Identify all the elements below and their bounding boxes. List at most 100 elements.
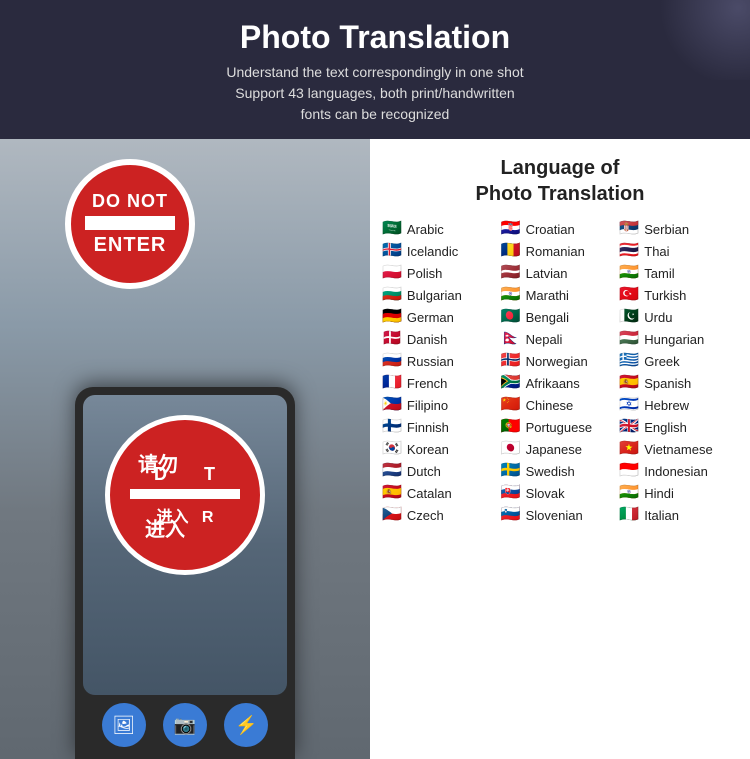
- list-item: 🇭🇷Croatian: [501, 219, 620, 239]
- lang-name: Spanish: [644, 376, 691, 391]
- list-item: 🇨🇳Chinese: [501, 395, 620, 415]
- list-item: 🇮🇩Indonesian: [619, 461, 738, 481]
- lang-name: Thai: [644, 244, 669, 259]
- list-item: 🇮🇱Hebrew: [619, 395, 738, 415]
- list-item: 🇪🇸Catalan: [382, 483, 501, 503]
- flag-icon: 🇸🇦: [382, 221, 402, 237]
- lang-name: French: [407, 376, 447, 391]
- flag-icon: 🇧🇬: [382, 287, 402, 303]
- phone-device: D T 进入 R 请勿 进入 🖼 📷: [75, 387, 295, 759]
- gallery-button[interactable]: 🖼: [102, 703, 146, 747]
- street-background: DO NOT ENTER D T 进入 R: [0, 139, 370, 759]
- lang-name: Polish: [407, 266, 442, 281]
- lang-name: Urdu: [644, 310, 672, 325]
- list-item: 🇫🇷 French: [382, 373, 501, 393]
- phone-screen-background: D T 进入 R 请勿 进入: [83, 395, 287, 695]
- language-section: Language of Photo Translation 🇸🇦Arabic🇮🇸…: [370, 139, 750, 759]
- lang-name: Slovenian: [526, 508, 583, 523]
- flag-icon: 🇬🇧: [619, 419, 639, 435]
- lang-name: Dutch: [407, 464, 441, 479]
- flag-icon: 🇫🇷: [382, 375, 402, 391]
- lang-name: Slovak: [526, 486, 565, 501]
- lang-name: Hungarian: [644, 332, 704, 347]
- flash-button[interactable]: ⚡: [224, 703, 268, 747]
- lang-name: Hindi: [644, 486, 674, 501]
- flag-icon: 🇩🇰: [382, 331, 402, 347]
- flag-icon: 🇨🇳: [501, 397, 521, 413]
- flag-icon: 🇫🇮: [382, 419, 402, 435]
- flag-icon: 🇵🇹: [501, 419, 521, 435]
- lang-name: Italian: [644, 508, 679, 523]
- list-item: 🇫🇮 Finnish: [382, 417, 501, 437]
- list-item: 🇯🇵Japanese: [501, 439, 620, 459]
- flag-icon: 🇮🇳: [619, 485, 639, 501]
- lang-name: Indonesian: [644, 464, 708, 479]
- flag-icon: 🇮🇳: [619, 265, 639, 281]
- flag-icon: 🇧🇩: [501, 309, 521, 325]
- lang-name: Finnish: [407, 420, 449, 435]
- subtitle-line1: Understand the text correspondingly in o…: [226, 64, 523, 80]
- list-item: 🇮🇹 Italian: [619, 505, 738, 525]
- list-item: 🇧🇬 Bulgarian: [382, 285, 501, 305]
- lang-name: Portuguese: [526, 420, 593, 435]
- list-item: 🇰🇷 Korean: [382, 439, 501, 459]
- phone-buttons-row: 🖼 📷 ⚡: [83, 695, 287, 751]
- list-item: 🇬🇷 Greek: [619, 351, 738, 371]
- lang-name: Croatian: [526, 222, 575, 237]
- flag-icon: 🇳🇴: [501, 353, 521, 369]
- language-column-1: 🇸🇦Arabic🇮🇸Icelandic🇵🇱Polish🇧🇬Bulgarian🇩🇪…: [382, 219, 501, 525]
- lang-name: Filipino: [407, 398, 448, 413]
- list-item: 🇵🇭 Filipino: [382, 395, 501, 415]
- flag-icon: 🇷🇸: [619, 221, 639, 237]
- flag-icon: 🇬🇷: [619, 353, 639, 369]
- flag-icon: 🇵🇭: [382, 397, 402, 413]
- list-item: 🇩🇰 Danish: [382, 329, 501, 349]
- language-column-2: 🇭🇷Croatian🇷🇴Romanian🇱🇻Latvian🇮🇳Marathi🇧🇩…: [501, 219, 620, 525]
- flag-icon: 🇳🇵: [501, 331, 521, 347]
- flag-icon: 🇸🇰: [501, 485, 521, 501]
- lang-name: Nepali: [526, 332, 563, 347]
- list-item: 🇷🇴Romanian: [501, 241, 620, 261]
- lang-name: Serbian: [644, 222, 689, 237]
- list-item: 🇷🇺Russian: [382, 351, 501, 371]
- camera-button[interactable]: 📷: [163, 703, 207, 747]
- flag-icon: 🇮🇸: [382, 243, 402, 259]
- flag-icon: 🇻🇳: [619, 441, 639, 457]
- list-item: 🇩🇪German: [382, 307, 501, 327]
- lang-name: Greek: [644, 354, 679, 369]
- list-item: 🇨🇿Czech: [382, 505, 501, 525]
- language-columns: 🇸🇦Arabic🇮🇸Icelandic🇵🇱Polish🇧🇬Bulgarian🇩🇪…: [382, 219, 738, 525]
- lang-name: Turkish: [644, 288, 686, 303]
- phone-chinese-text-bottom: 进入: [145, 513, 185, 542]
- list-item: 🇮🇳 Hindi: [619, 483, 738, 503]
- lang-name: Korean: [407, 442, 449, 457]
- lang-name: English: [644, 420, 687, 435]
- lang-name: Arabic: [407, 222, 444, 237]
- page-title: Photo Translation: [20, 18, 730, 56]
- list-item: 🇳🇱 Dutch: [382, 461, 501, 481]
- flag-icon: 🇮🇹: [619, 507, 639, 523]
- lang-name: Danish: [407, 332, 447, 347]
- list-item: 🇱🇻Latvian: [501, 263, 620, 283]
- sign-enter-text: ENTER: [94, 234, 167, 257]
- lang-name: Bulgarian: [407, 288, 462, 303]
- sign-do-not-text: DO NOT: [92, 191, 168, 212]
- list-item: 🇸🇰 Slovak: [501, 483, 620, 503]
- subtitle-line3: fonts can be recognized: [301, 106, 450, 122]
- lang-name: Russian: [407, 354, 454, 369]
- list-item: 🇵🇹 Portuguese: [501, 417, 620, 437]
- flag-icon: 🇷🇴: [501, 243, 521, 259]
- flag-icon: 🇳🇱: [382, 463, 402, 479]
- flag-icon: 🇰🇷: [382, 441, 402, 457]
- flag-icon: 🇪🇸: [619, 375, 639, 391]
- flag-icon: 🇯🇵: [501, 441, 521, 457]
- flag-icon: 🇸🇪: [501, 463, 521, 479]
- phone-sign-container: D T 进入 R 请勿 进入: [93, 415, 277, 575]
- lang-name: Tamil: [644, 266, 674, 281]
- list-item: 🇹🇭Thai: [619, 241, 738, 261]
- do-not-enter-sign: DO NOT ENTER: [60, 159, 200, 289]
- header-subtitle: Understand the text correspondingly in o…: [20, 62, 730, 125]
- lang-name: Latvian: [526, 266, 568, 281]
- flag-icon: 🇵🇱: [382, 265, 402, 281]
- flag-icon: 🇹🇷: [619, 287, 639, 303]
